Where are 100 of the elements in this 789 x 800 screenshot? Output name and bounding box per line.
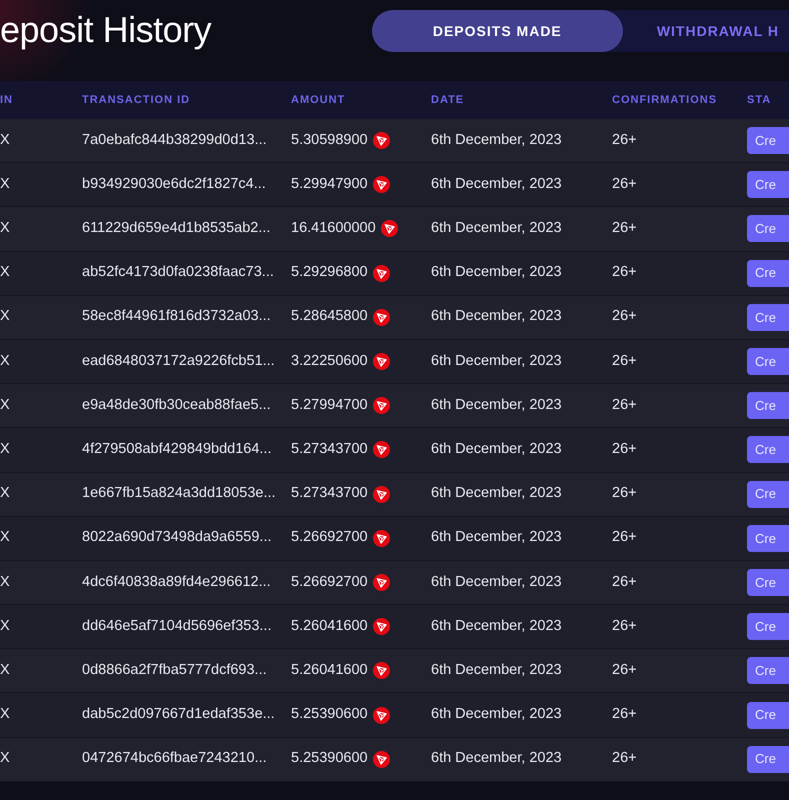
status-button[interactable]: Cre <box>747 568 789 596</box>
table-cell-text: 5.25390600 <box>291 705 368 724</box>
table-cell-text: 26+ <box>612 307 638 326</box>
table-cell-text: 5.27994700 <box>291 396 368 415</box>
table-cell-text: 6th December, 2023 <box>431 440 563 460</box>
table-cell-text: 6th December, 2023 <box>431 174 563 194</box>
status-button[interactable]: Cre <box>747 702 789 729</box>
table-cell-text: 5.27343700 <box>291 440 368 460</box>
table-cell-text: 5.25390600 <box>291 749 368 768</box>
coin-icon <box>372 662 390 680</box>
table-cell-text: 4dc6f40838a89fd4e296612... <box>82 572 272 592</box>
table-cell-text: 1e667fb15a824a3dd18053e... <box>82 484 277 504</box>
column-header: CONFIRMATIONS <box>612 92 718 108</box>
status-button[interactable]: Cre <box>747 524 789 552</box>
table-cell-text: 26+ <box>612 705 638 724</box>
coin-icon <box>372 618 390 636</box>
table-cell-text: dab5c2d097667d1edaf353e... <box>82 705 276 724</box>
table-cell-text: 26+ <box>612 616 638 636</box>
status-button[interactable]: Cre <box>747 480 789 508</box>
table-cell-text: 5.26041600 <box>291 660 368 680</box>
table-cell-text: 5.27343700 <box>291 484 368 504</box>
table-cell-text: 0472674bc66fbae7243210... <box>82 749 268 768</box>
table-cell-text: 26+ <box>612 440 638 460</box>
table-cell-text: 26+ <box>612 396 638 415</box>
column-header: IN <box>0 92 14 108</box>
table-cell-text: 6th December, 2023 <box>431 484 563 504</box>
table-cell-text: X <box>0 396 11 415</box>
table-cell-text: X <box>0 660 11 680</box>
table-cell-text: X <box>0 219 11 238</box>
status-button[interactable]: Cre <box>747 127 789 154</box>
column-header: STA <box>747 92 772 108</box>
table-cell-text: 6th December, 2023 <box>431 219 563 238</box>
table-cell-text: e9a48de30fb30ceab88fae5... <box>82 396 272 415</box>
status-button[interactable]: Cre <box>747 657 789 684</box>
table-cell-text: X <box>0 440 11 460</box>
table-cell-text: 6th December, 2023 <box>431 705 563 724</box>
column-header: TRANSACTION ID <box>82 92 192 108</box>
table-cell-text: 6th December, 2023 <box>431 660 563 680</box>
table-cell-text: 26+ <box>612 749 638 768</box>
status-button[interactable]: Cre <box>747 392 789 420</box>
status-button[interactable]: Cre <box>747 436 789 464</box>
table-cell-text: dd646e5af7104d5696ef353... <box>82 616 272 636</box>
table-cell-text: b934929030e6dc2f1827c4... <box>82 174 267 194</box>
table-cell-text: 6th December, 2023 <box>431 263 563 282</box>
table-cell-text: X <box>0 174 11 194</box>
table-cell-text: X <box>0 749 11 768</box>
status-button[interactable]: Cre <box>747 348 789 376</box>
table-cell-text: 26+ <box>612 174 638 194</box>
table-cell-text: 6th December, 2023 <box>431 572 563 592</box>
table-cell-text: 5.29947900 <box>291 174 368 194</box>
table-cell-text: X <box>0 263 11 282</box>
tab[interactable]: DEPOSITS MADE <box>372 10 623 52</box>
status-button[interactable]: Cre <box>747 746 789 773</box>
coin-icon <box>372 441 390 458</box>
table-cell-text: 7a0ebafc844b38299d0d13... <box>82 130 268 150</box>
table-cell-text: 5.26692700 <box>291 528 368 548</box>
status-button[interactable]: Cre <box>747 304 789 331</box>
table-cell-text: 5.29296800 <box>291 263 368 282</box>
table-cell-text: 6th December, 2023 <box>431 396 563 415</box>
status-button[interactable]: Cre <box>747 215 789 242</box>
table-cell-text: 26+ <box>612 130 638 150</box>
table-cell-text: X <box>0 352 11 371</box>
tab[interactable]: WITHDRAWAL H <box>622 10 789 52</box>
status-button[interactable]: Cre <box>747 171 789 198</box>
table-cell-text: 6th December, 2023 <box>431 307 563 326</box>
table-cell-text: 6th December, 2023 <box>431 749 563 768</box>
status-button[interactable]: Cre <box>747 613 789 640</box>
coin-icon <box>372 574 390 591</box>
column-header: DATE <box>431 92 466 108</box>
table-cell-text: 58ec8f44961f816d3732a03... <box>82 307 272 326</box>
table-cell-text: 8022a690d73498da9a6559... <box>82 528 272 548</box>
table-cell-text: 0d8866a2f7fba5777dcf693... <box>82 660 268 680</box>
table-cell-text: X <box>0 572 11 592</box>
coin-icon <box>372 132 390 150</box>
table-cell-text: 26+ <box>612 263 638 282</box>
status-button[interactable]: Cre <box>747 260 789 287</box>
table-cell-text: 16.41600000 <box>291 219 376 238</box>
table-cell-text: 5.28645800 <box>291 307 368 326</box>
table-cell-text: ead6848037172a9226fcb51... <box>82 352 276 371</box>
table-cell-text: X <box>0 528 11 548</box>
table-cell-text: 6th December, 2023 <box>431 130 563 150</box>
table-cell-text: X <box>0 705 11 724</box>
coin-icon <box>372 530 390 547</box>
table-cell-text: 26+ <box>612 352 638 371</box>
table-cell-text: 3.22250600 <box>291 352 368 371</box>
page-title: eposit History <box>0 12 212 48</box>
table-cell-text: 26+ <box>612 528 638 548</box>
table-cell-text: 6th December, 2023 <box>431 528 563 548</box>
coin-icon <box>380 220 398 238</box>
table-cell-text: 26+ <box>612 660 638 680</box>
coin-icon <box>372 308 390 326</box>
table-cell-text: 5.26041600 <box>291 616 368 636</box>
table-cell-text: 26+ <box>612 219 638 238</box>
coin-icon <box>372 486 390 503</box>
table-cell-text: 4f279508abf429849bdd164... <box>82 440 272 460</box>
coin-icon <box>372 750 390 768</box>
coin-icon <box>372 264 390 282</box>
table-cell-text: X <box>0 130 11 150</box>
table-cell-text: 6th December, 2023 <box>431 616 563 636</box>
table-cell-text: 26+ <box>612 484 638 504</box>
